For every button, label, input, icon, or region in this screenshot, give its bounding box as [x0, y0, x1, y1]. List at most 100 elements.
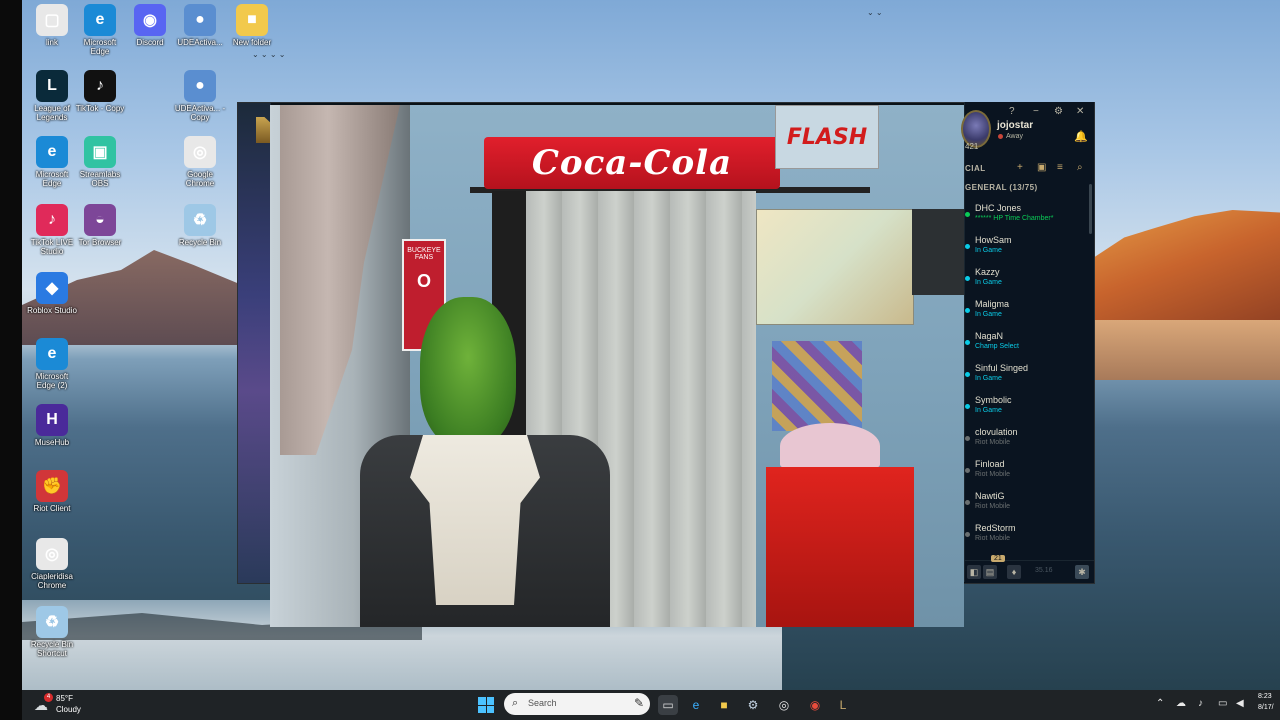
profile-status[interactable]: Away	[1006, 133, 1023, 140]
desktop-icon[interactable]: ♪ TikTok LIVE Studio	[26, 204, 78, 256]
desktop-icon[interactable]: e Microsoft Edge	[74, 4, 126, 56]
dark-poster	[912, 209, 964, 295]
desktop-app-icon: ◎	[36, 538, 68, 570]
away-status-icon	[998, 134, 1003, 139]
profile-header: 421 jojostar Away ? − ⚙ ✕ 🔔	[961, 102, 1094, 166]
friend-row[interactable]: RedStorm Riot Mobile	[965, 520, 1094, 552]
birds-decoration: ⌄ ⌄	[867, 8, 883, 17]
desktop-icon[interactable]: ▢ link	[26, 4, 78, 47]
network-icon[interactable]: ▭	[1218, 698, 1227, 709]
weather-temperature[interactable]: 85°F	[56, 694, 73, 703]
edge-icon[interactable]: e	[686, 695, 706, 715]
taskbar-search[interactable]: ⌕ Search ✎	[504, 693, 650, 715]
search-placeholder: Search	[528, 698, 557, 708]
microphone-icon[interactable]: ♦	[1007, 565, 1021, 579]
desktop-icon[interactable]: L League of Legends	[26, 70, 78, 122]
desktop-icon-label: Recycle Bin	[178, 238, 222, 247]
chrome-icon[interactable]: ◉	[805, 695, 825, 715]
client-background-art	[238, 103, 271, 583]
friend-status-dot	[965, 404, 970, 409]
clock-date[interactable]: 8/17/	[1258, 704, 1274, 711]
friend-status-dot	[965, 276, 970, 281]
file-explorer-icon[interactable]: ■	[714, 695, 734, 715]
tray-cloud-icon[interactable]: ☁	[1176, 698, 1186, 709]
friend-row[interactable]: Sinful Singed In Game	[965, 360, 1094, 392]
friend-status-dot	[965, 436, 970, 441]
friend-row[interactable]: NawtiG Riot Mobile	[965, 488, 1094, 520]
league-taskbar-icon[interactable]: L	[833, 695, 853, 715]
desktop-icon[interactable]: ◎ Ciapleridisa Chrome	[26, 538, 78, 590]
friend-row[interactable]: clovulation Riot Mobile	[965, 424, 1094, 456]
desktop-icon-label: New folder	[232, 38, 272, 47]
task-view-icon[interactable]: ▭	[658, 695, 678, 715]
friend-status: In Game	[975, 407, 1002, 414]
desktop-icon[interactable]: ■ New folder	[226, 4, 278, 47]
sticker-collage	[772, 341, 862, 431]
weather-condition[interactable]: Cloudy	[56, 705, 81, 714]
search-icon[interactable]: ⌕	[1077, 162, 1083, 173]
start-button[interactable]	[478, 697, 494, 713]
friend-row[interactable]: HowSam In Game	[965, 232, 1094, 264]
friend-row[interactable]: DHC Jones ****** HP Time Chamber*	[965, 200, 1094, 232]
taskbar: ☁ 4 85°F Cloudy ⌕ Search ✎ ▭ e ■ ⚙ ◎ ◉ L…	[22, 690, 1280, 720]
desktop-icon[interactable]: ◎ Google Chrome	[174, 136, 226, 188]
unread-badge: 21	[991, 555, 1005, 562]
desktop-icon-label: Recycle Bin Shortcut	[30, 640, 74, 658]
friend-name: DHC Jones	[975, 203, 1022, 213]
list-view-icon[interactable]: ≡	[1057, 162, 1063, 173]
friend-status: In Game	[975, 247, 1002, 254]
desktop-icon-label: Tor Browser	[78, 238, 122, 247]
friend-group-header[interactable]: GENERAL (13/75)	[965, 183, 1038, 192]
coca-cola-sign: Coca-Cola	[484, 137, 780, 189]
desktop-icon[interactable]: ● UDEActiva... - Copy	[174, 70, 226, 122]
desktop-icon[interactable]: H MuseHub	[26, 404, 78, 447]
friend-status: Riot Mobile	[975, 535, 1011, 542]
friend-row[interactable]: Maligma In Game	[965, 296, 1094, 328]
microphone-icon[interactable]: ♪	[1198, 698, 1203, 709]
close-button[interactable]: ✕	[1076, 106, 1084, 117]
desktop-icon[interactable]: e Microsoft Edge (2)	[26, 338, 78, 390]
desktop-app-icon: ▣	[84, 136, 116, 168]
wallpaper-beach	[1090, 320, 1280, 380]
profile-name[interactable]: jojostar	[997, 120, 1033, 131]
minimize-button[interactable]: −	[1033, 106, 1039, 117]
desktop-icon[interactable]: ♻ Recycle Bin	[174, 204, 226, 247]
settings-button[interactable]: ⚙	[1054, 106, 1063, 117]
help-button[interactable]: ?	[1009, 106, 1015, 117]
friend-row[interactable]: Symbolic In Game	[965, 392, 1094, 424]
notification-bell-icon[interactable]: 🔔	[1074, 130, 1088, 143]
bug-report-icon[interactable]: ✱	[1075, 565, 1089, 579]
obs-icon[interactable]: ◎	[774, 695, 794, 715]
friend-status-dot	[965, 468, 970, 473]
desktop-icon-label: UDEActiva... - Copy	[174, 104, 226, 122]
friend-status: Riot Mobile	[975, 439, 1011, 446]
desktop-icon[interactable]: ▣ Streamlabs OBS	[74, 136, 126, 188]
desktop-icon[interactable]: ◉ Discord	[124, 4, 176, 47]
desktop-icon[interactable]: ♪ TikTok - Copy	[74, 70, 126, 113]
messages-icon[interactable]: ▤	[983, 565, 997, 579]
add-folder-icon[interactable]: ▣	[1037, 162, 1046, 173]
desktop-icon[interactable]: e Microsoft Edge	[26, 136, 78, 188]
friend-row[interactable]: Finload Riot Mobile	[965, 456, 1094, 488]
desktop-icon-label: Microsoft Edge	[35, 170, 69, 188]
friend-status-dot	[965, 500, 970, 505]
volume-icon[interactable]: ◀	[1236, 698, 1244, 709]
desktop-app-icon: H	[36, 404, 68, 436]
friend-name: clovulation	[975, 427, 1018, 437]
desktop-icon-label: Microsoft Edge (2)	[35, 372, 69, 390]
desktop-icon[interactable]: ✊ Riot Client	[26, 470, 78, 513]
desktop-icon[interactable]: ◆ Roblox Studio	[26, 272, 78, 315]
tray-overflow-icon[interactable]: ⌃	[1156, 698, 1164, 709]
friend-status-dot	[965, 308, 970, 313]
friend-row[interactable]: Kazzy In Game	[965, 264, 1094, 296]
friend-row[interactable]: NagaN Champ Select	[965, 328, 1094, 360]
chat-toggle-icon[interactable]: ◧	[967, 565, 981, 579]
desktop-icon[interactable]: ● UDEActiva...	[174, 4, 226, 47]
desktop-icon[interactable]: ◒ Tor Browser	[74, 204, 126, 247]
desktop-icon[interactable]: ♻ Recycle Bin Shortcut	[26, 606, 78, 658]
desktop-app-icon: ✊	[36, 470, 68, 502]
add-friend-icon[interactable]: +	[1017, 162, 1023, 173]
clock-time[interactable]: 8:23	[1258, 693, 1272, 700]
steam-icon[interactable]: ⚙	[743, 695, 763, 715]
left-black-bar	[0, 0, 22, 720]
